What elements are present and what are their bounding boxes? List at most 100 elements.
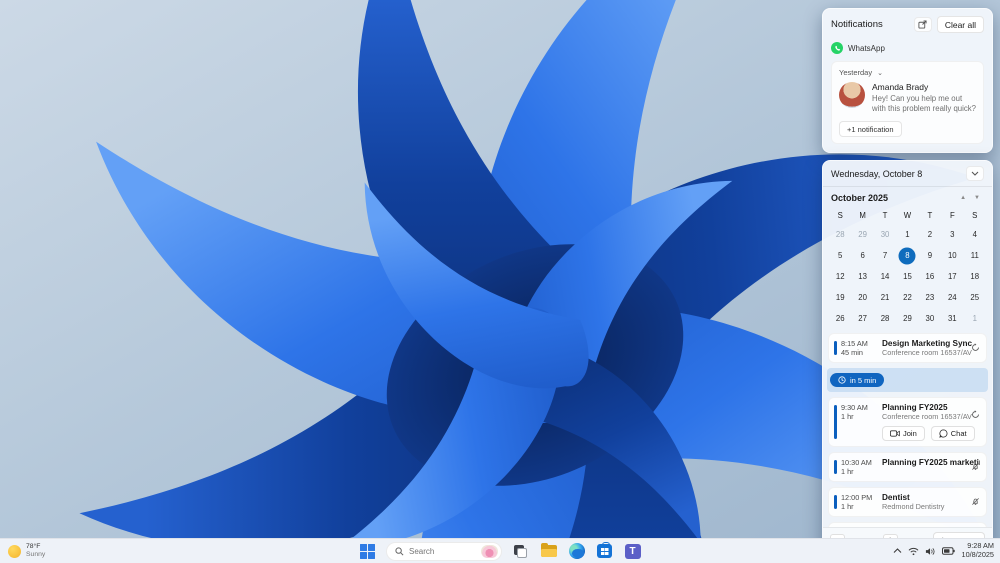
- day-cell[interactable]: 5: [829, 245, 851, 266]
- day-cell[interactable]: 21: [874, 287, 896, 308]
- chevron-down-icon: [971, 171, 979, 177]
- day-cell[interactable]: 28: [874, 308, 896, 329]
- calendar-week-row: 19 20 21 22 23 24 25: [829, 287, 986, 308]
- event-title: Dentist: [882, 493, 910, 503]
- day-name: F: [949, 211, 955, 221]
- day-cell[interactable]: 22: [896, 287, 918, 308]
- edge-icon: [568, 543, 585, 559]
- day-cell[interactable]: 25: [964, 287, 986, 308]
- join-button[interactable]: Join: [882, 426, 925, 442]
- day-cell[interactable]: 15: [896, 266, 918, 287]
- day-cell[interactable]: 20: [851, 287, 873, 308]
- bell-muted-icon: [971, 493, 980, 511]
- day-cell-selected[interactable]: 8: [896, 245, 918, 266]
- agenda-list: 8:15 AM Design Marketing Sync 45 min Con…: [823, 333, 992, 528]
- taskbar-search[interactable]: [386, 541, 502, 561]
- teams-button[interactable]: T: [623, 542, 642, 561]
- day-cell[interactable]: 12: [829, 266, 851, 287]
- notification-card[interactable]: Yesterday ⌄ Amanda Brady Hey! Can you he…: [831, 61, 984, 145]
- countdown-label: in 5 min: [850, 375, 877, 385]
- volume-icon[interactable]: [925, 547, 936, 556]
- clear-all-button[interactable]: Clear all: [936, 16, 984, 33]
- event-card[interactable]: 2:30 PM People managers sync: [828, 522, 987, 528]
- battery-icon[interactable]: [941, 547, 955, 555]
- calendar-date-header-row: Wednesday, October 8: [823, 161, 992, 188]
- day-cell[interactable]: 27: [851, 308, 873, 329]
- notification-settings-button[interactable]: [913, 17, 932, 32]
- chevron-down-icon: ⌄: [877, 69, 883, 77]
- day-cell[interactable]: 29: [896, 308, 918, 329]
- notification-message-row: Amanda Brady Hey! Can you help me out wi…: [839, 82, 976, 114]
- recurrence-icon: [971, 339, 980, 357]
- store-icon: [597, 542, 612, 558]
- notifications-header: Notifications Clear all: [831, 16, 984, 33]
- calendar-week-row: 26 27 28 29 30 31 1: [829, 308, 986, 329]
- event-time: 12:00 PM: [841, 493, 873, 503]
- day-cell[interactable]: 30: [874, 224, 896, 245]
- event-duration: 1 hr: [841, 502, 854, 512]
- more-notifications-button[interactable]: +1 notification: [839, 121, 902, 138]
- calendar-collapse-button[interactable]: [966, 166, 984, 182]
- weather-widget[interactable]: 78°F Sunny: [8, 543, 45, 559]
- day-cell[interactable]: 19: [829, 287, 851, 308]
- event-card[interactable]: 8:15 AM Design Marketing Sync 45 min Con…: [828, 333, 987, 364]
- notification-group-row[interactable]: Yesterday ⌄: [839, 68, 976, 77]
- day-cell[interactable]: 4: [964, 224, 986, 245]
- show-hidden-icons-chevron[interactable]: [893, 548, 902, 554]
- search-input[interactable]: [409, 546, 476, 556]
- day-cell[interactable]: 1: [896, 224, 918, 245]
- join-label: Join: [903, 429, 917, 439]
- day-cell[interactable]: 17: [941, 266, 963, 287]
- day-cell[interactable]: 16: [919, 266, 941, 287]
- day-name: S: [837, 211, 843, 221]
- day-cell[interactable]: 18: [964, 266, 986, 287]
- day-cell[interactable]: 14: [874, 266, 896, 287]
- taskbar-clock[interactable]: 9:28 AM 10/8/2025: [962, 541, 994, 560]
- day-cell[interactable]: 26: [829, 308, 851, 329]
- day-cell[interactable]: 1: [964, 308, 986, 329]
- calendar-week-row: 5 6 7 8 9 10 11: [829, 245, 986, 266]
- sender-avatar: [839, 82, 865, 108]
- day-cell[interactable]: 7: [874, 245, 896, 266]
- system-tray: 9:28 AM 10/8/2025: [893, 541, 994, 560]
- day-cell[interactable]: 10: [941, 245, 963, 266]
- day-cell[interactable]: 2: [919, 224, 941, 245]
- calendar-day-names-row: S M T W T F S: [829, 207, 986, 224]
- day-cell[interactable]: 13: [851, 266, 873, 287]
- wifi-icon[interactable]: [908, 547, 919, 556]
- event-title: Planning FY2025: [882, 403, 948, 413]
- calendar-month-row: October 2025 ▲ ▼: [823, 187, 992, 205]
- day-cell[interactable]: 9: [919, 245, 941, 266]
- day-cell[interactable]: 3: [941, 224, 963, 245]
- microsoft-store-button[interactable]: [595, 542, 614, 561]
- notification-app-row[interactable]: WhatsApp: [831, 42, 984, 54]
- day-cell[interactable]: 30: [919, 308, 941, 329]
- start-button[interactable]: [358, 542, 377, 561]
- day-cell[interactable]: 29: [851, 224, 873, 245]
- event-card[interactable]: 10:30 AM Planning FY2025 marketing 1 hr: [828, 452, 987, 483]
- teams-icon: T: [624, 543, 641, 559]
- chat-button[interactable]: Chat: [930, 426, 975, 442]
- day-cell[interactable]: 23: [919, 287, 941, 308]
- event-location: Conference room 16537/AV: [882, 412, 972, 422]
- edge-browser-button[interactable]: [567, 542, 586, 561]
- day-cell[interactable]: 11: [964, 245, 986, 266]
- event-card[interactable]: 12:00 PM Dentist 1 hr Redmond Dentistry: [828, 487, 987, 518]
- countdown-pill[interactable]: in 5 min: [830, 373, 885, 388]
- calendar-next-month-button[interactable]: ▼: [970, 195, 984, 201]
- task-view-button[interactable]: [511, 542, 530, 561]
- event-title: Design Marketing Sync: [882, 339, 973, 349]
- day-name: T: [882, 211, 888, 221]
- event-card[interactable]: 9:30 AM Planning FY2025 1 hr Conference …: [828, 397, 987, 448]
- file-explorer-button[interactable]: [539, 542, 558, 561]
- search-highlight-image: [481, 544, 498, 558]
- day-name: M: [859, 211, 866, 221]
- day-cell[interactable]: 31: [941, 308, 963, 329]
- day-cell[interactable]: 24: [941, 287, 963, 308]
- day-cell[interactable]: 6: [851, 245, 873, 266]
- day-name: S: [972, 211, 978, 221]
- day-cell[interactable]: 28: [829, 224, 851, 245]
- notification-group-label: Yesterday: [839, 68, 873, 77]
- event-title: Planning FY2025 marketing: [882, 458, 980, 468]
- calendar-prev-month-button[interactable]: ▲: [956, 195, 970, 201]
